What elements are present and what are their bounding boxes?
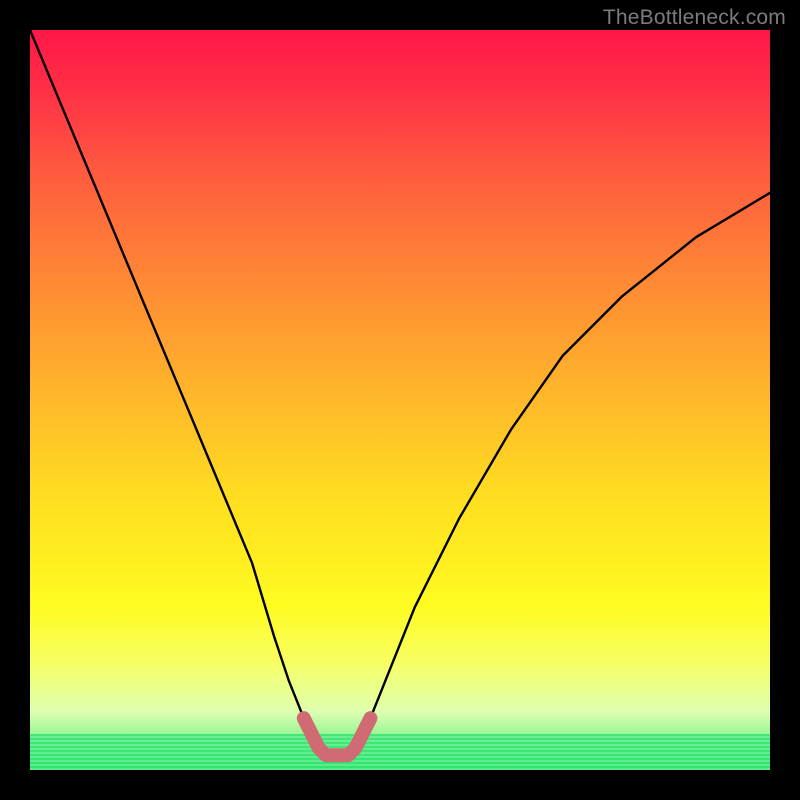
highlight-bottom-line (304, 718, 371, 755)
chart-frame: TheBottleneck.com (0, 0, 800, 800)
bottleneck-curve-line (30, 30, 770, 755)
plot-area (30, 30, 770, 770)
watermark-text: TheBottleneck.com (603, 6, 786, 30)
chart-svg (30, 30, 770, 770)
